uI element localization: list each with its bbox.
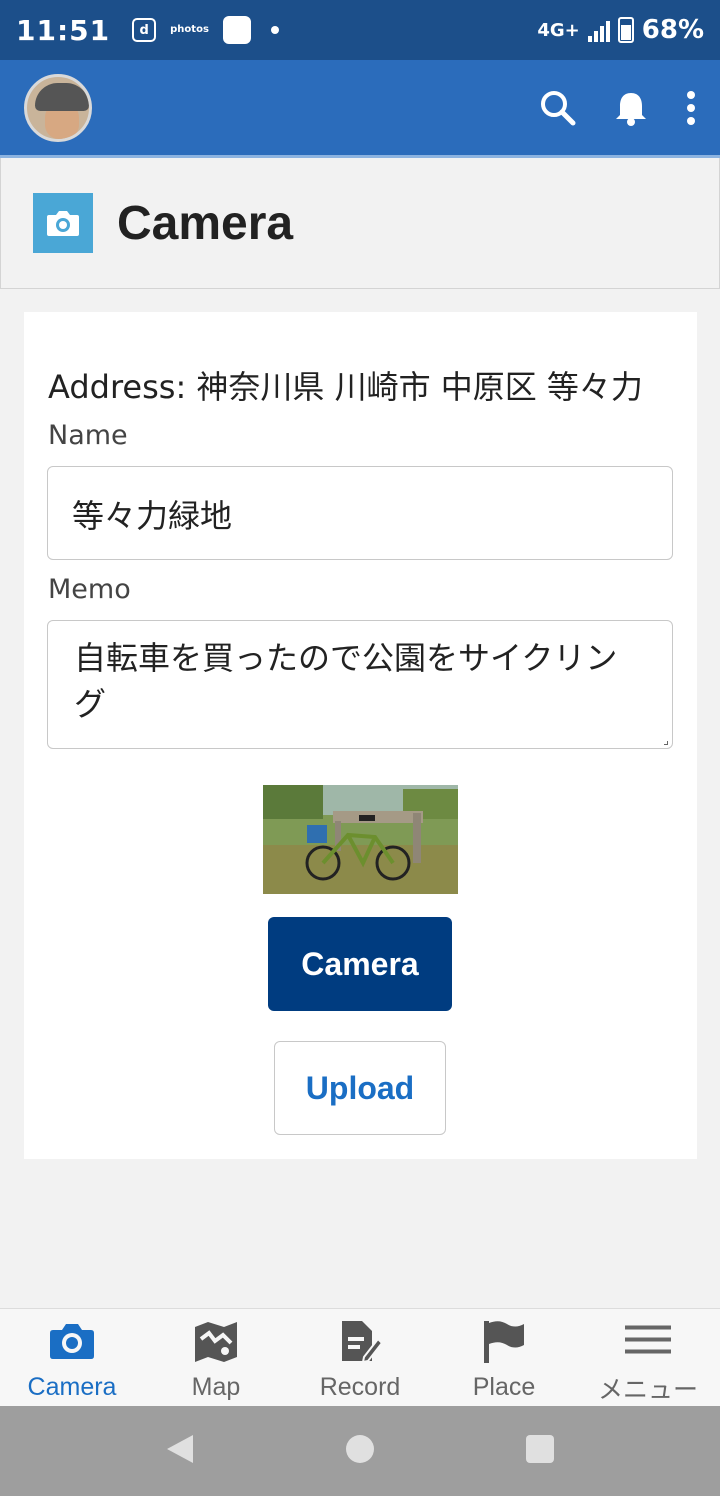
upload-button[interactable]: Upload bbox=[274, 1041, 446, 1135]
system-nav-bar bbox=[0, 1406, 720, 1496]
more-notifications-dot-icon bbox=[270, 26, 279, 34]
camera-icon bbox=[33, 193, 93, 253]
nav-label-camera: Camera bbox=[27, 1373, 117, 1401]
nav-label-place: Place bbox=[472, 1373, 536, 1401]
more-vertical-icon[interactable] bbox=[686, 90, 696, 125]
user-avatar[interactable] bbox=[24, 73, 92, 142]
nav-item-menu[interactable]: メニュー bbox=[576, 1309, 720, 1406]
nav-label-map: Map bbox=[191, 1373, 241, 1401]
address-text: Address: 神奈川県 川崎市 中原区 等々力 bbox=[48, 368, 643, 406]
battery-icon bbox=[617, 17, 634, 43]
photos-app-icon: photos bbox=[170, 24, 209, 35]
d-app-icon: d bbox=[132, 18, 157, 42]
status-time: 11:51 bbox=[16, 13, 111, 47]
nav-item-place[interactable]: Place bbox=[432, 1309, 576, 1406]
memo-textarea[interactable]: 自転車を買ったので公園をサイクリング bbox=[47, 620, 673, 749]
notification-icons: d photos bbox=[132, 16, 279, 44]
nav-item-map[interactable]: Map bbox=[144, 1309, 288, 1406]
status-bar: 11:51 d photos 4G+ 68% bbox=[0, 0, 720, 60]
page-title: Camera bbox=[117, 196, 294, 250]
map-icon bbox=[195, 1322, 237, 1362]
signal-icon bbox=[587, 18, 610, 42]
nav-label-record: Record bbox=[319, 1373, 401, 1401]
network-type: 4G+ bbox=[537, 19, 580, 41]
hamburger-menu-icon bbox=[625, 1325, 671, 1354]
page-title-bar: Camera bbox=[0, 158, 720, 289]
back-icon[interactable] bbox=[165, 1433, 195, 1469]
bell-icon[interactable] bbox=[614, 90, 648, 126]
name-label: Name bbox=[48, 420, 128, 451]
memo-text: 自転車を買ったので公園をサイクリング bbox=[74, 639, 618, 723]
flag-icon bbox=[484, 1321, 524, 1363]
memo-label: Memo bbox=[48, 574, 131, 605]
camera-button[interactable]: Camera bbox=[268, 917, 452, 1011]
nav-label-menu: メニュー bbox=[597, 1376, 698, 1404]
app-header bbox=[0, 60, 720, 155]
record-icon bbox=[342, 1321, 382, 1363]
nav-item-record[interactable]: Record bbox=[288, 1309, 432, 1406]
bicycle-photo-thumbnail[interactable] bbox=[263, 785, 458, 894]
system-status: 4G+ 68% bbox=[537, 15, 704, 45]
camera-icon bbox=[50, 1324, 94, 1359]
home-icon[interactable] bbox=[345, 1434, 375, 1468]
avatar-cap bbox=[35, 82, 89, 111]
nav-item-camera[interactable]: Camera bbox=[0, 1309, 144, 1406]
header-actions bbox=[540, 90, 696, 126]
search-icon[interactable] bbox=[540, 90, 576, 126]
camera-form-card: Address: 神奈川県 川崎市 中原区 等々力 Name 等々力緑地 Mem… bbox=[24, 312, 697, 1159]
bottom-nav: Camera Map Record Place メニュー bbox=[0, 1308, 720, 1406]
resize-grip-icon[interactable] bbox=[664, 741, 668, 745]
recents-icon[interactable] bbox=[525, 1434, 555, 1468]
battery-percent: 68% bbox=[641, 15, 704, 45]
name-input[interactable]: 等々力緑地 bbox=[47, 466, 673, 560]
app-notification-icon bbox=[222, 16, 251, 44]
